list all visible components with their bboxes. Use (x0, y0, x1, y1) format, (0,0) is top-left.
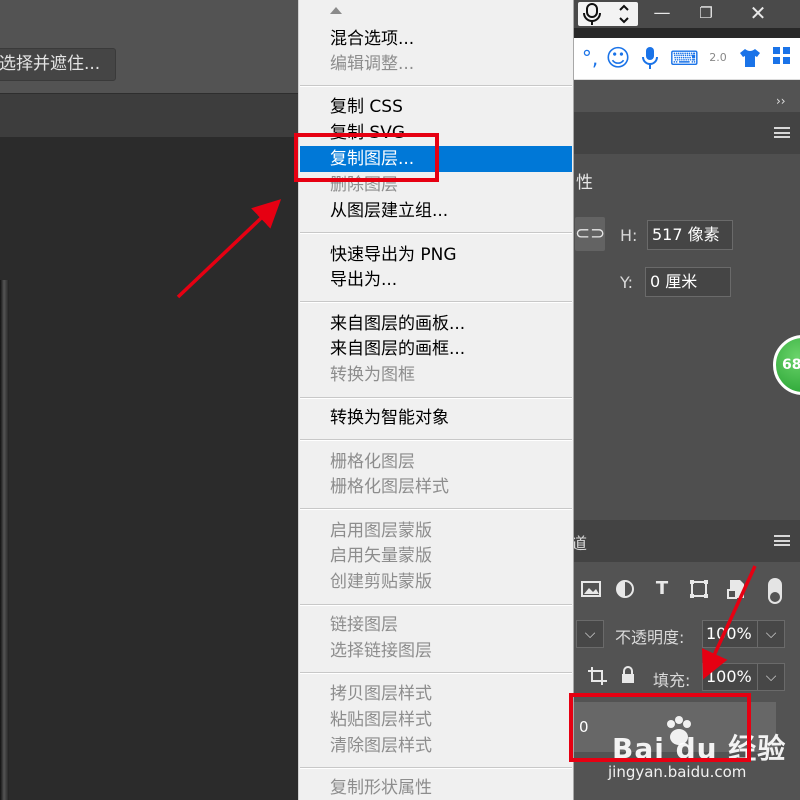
annotation-arrow-menu (176, 199, 282, 299)
annotation-arrow-layer (702, 565, 757, 680)
annotation-arrows (176, 199, 757, 680)
